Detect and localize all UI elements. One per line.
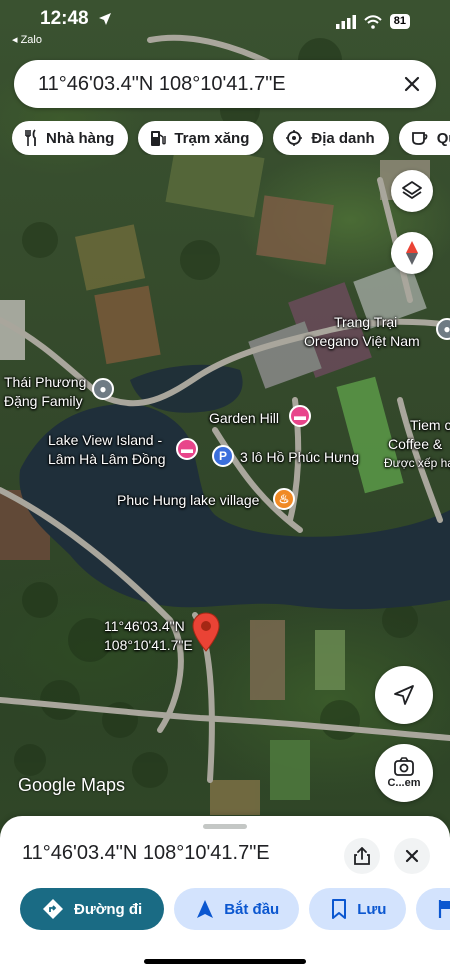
chip-label: Địa danh [311,129,375,147]
place-pin-icon[interactable]: ● [92,378,114,400]
map-label-oregano[interactable]: Oregano Việt Nam [304,332,420,350]
label-button[interactable]: T [416,888,450,930]
chip-coffee[interactable]: Qu [398,121,450,155]
clear-search-button[interactable] [388,60,436,108]
location-arrow-icon [99,13,111,25]
hotel-icon[interactable]: ▬ [289,405,311,427]
street-view-label: C...em [387,777,421,789]
start-label: Bắt đầu [224,900,280,918]
map-label-lake-view[interactable]: Lake View Island - [48,431,162,449]
landmark-icon [286,130,303,146]
action-buttons: Đường đi Bắt đầu Lưu T [20,888,450,930]
flag-icon [439,900,450,918]
camera-icon [394,757,414,776]
google-maps-logo: Google Maps [18,775,126,795]
map-label-trang-trai[interactable]: Trang Trại [334,313,397,331]
hotel-icon[interactable]: ▬ [176,438,198,460]
parking-icon[interactable]: P [212,445,234,467]
map-label-phuc-hung-village[interactable]: Phuc Hung lake village [117,491,259,509]
compass-icon [406,241,418,265]
layers-button[interactable] [391,170,433,212]
map-label-coffee[interactable]: Coffee & [388,435,442,453]
compass-button[interactable] [391,232,433,274]
chip-restaurants[interactable]: Nhà hàng [12,121,129,155]
chip-label: Trạm xăng [174,129,250,147]
map-label-dang-family[interactable]: Đặng Family [4,392,83,410]
share-button[interactable] [344,838,380,874]
category-chips: Nhà hàng Trạm xăng Địa danh Qu [12,121,450,155]
fork-knife-icon [25,129,36,146]
directions-button[interactable]: Đường đi [20,888,165,930]
directions-icon [43,899,63,919]
share-icon [354,847,370,865]
search-query[interactable]: 11°46'03.4"N 108°10'41.7"E [14,73,388,96]
chip-gas-stations[interactable]: Trạm xăng [138,121,264,155]
layers-icon [402,181,422,199]
search-bar[interactable]: 11°46'03.4"N 108°10'41.7"E [14,60,436,108]
battery-level: 81 [389,14,410,29]
map-label-ho-phuc-hung[interactable]: 3 lô Hồ Phúc Hưng [240,448,359,466]
my-location-button[interactable] [375,666,433,724]
directions-label: Đường đi [74,900,143,918]
clock: 12:48 [40,8,89,29]
chip-landmarks[interactable]: Địa danh [273,121,389,155]
start-button[interactable]: Bắt đầu [174,888,300,930]
navigation-arrow-icon [197,900,214,918]
pin-label-lat: 11°46'03.4"N [104,618,185,634]
map-label-lam-ha[interactable]: Lâm Hà Lâm Đồng [48,450,166,468]
close-sheet-button[interactable] [394,838,430,874]
close-icon [404,76,420,92]
map-label-garden-hill[interactable]: Garden Hill [209,409,279,427]
save-label: Lưu [357,900,387,918]
map-label-rating[interactable]: Được xếp hạ [384,454,450,472]
bookmark-icon [332,899,347,919]
chip-label: Qu [436,129,450,147]
wifi-icon [364,14,382,29]
save-button[interactable]: Lưu [309,888,407,930]
coffee-cup-icon [411,132,428,145]
close-icon [405,849,419,863]
chip-label: Nhà hàng [46,129,115,147]
map-label-tiem[interactable]: Tiem c [410,416,450,434]
street-view-button[interactable]: C...em [375,744,433,802]
back-to-app-link[interactable]: ◂ Zalo [12,33,42,46]
gas-station-icon [151,131,167,146]
drag-handle[interactable] [203,824,247,829]
dropped-pin-icon[interactable] [192,612,220,652]
place-bottom-sheet[interactable]: 11°46'03.4"N 108°10'41.7"E Đường đi Bắt … [0,816,450,974]
status-bar: 12:48 ◂ Zalo 81 [0,0,450,50]
pin-label-lng: 108°10'41.7"E [104,637,193,653]
home-indicator[interactable] [144,959,306,964]
place-title: 11°46'03.4"N 108°10'41.7"E [22,842,270,864]
navigation-arrow-icon [394,685,414,705]
map-label-thai-phuong[interactable]: Thái Phương [4,373,86,391]
cellular-signal-icon [335,14,356,29]
restaurant-icon[interactable]: ♨ [273,488,295,510]
